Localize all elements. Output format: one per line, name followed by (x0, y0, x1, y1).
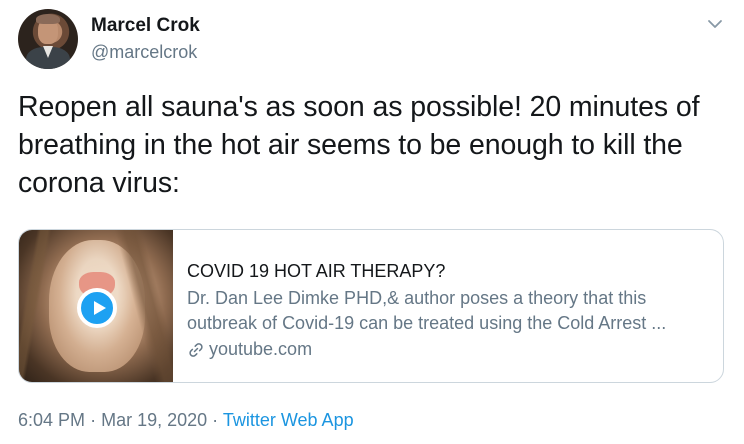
tweet-text-line: corona virus: (18, 167, 180, 199)
tweet-text-line: breathing in the hot air seems to be eno… (18, 129, 683, 161)
meta-separator: · (90, 410, 97, 430)
chevron-down-icon[interactable] (705, 16, 725, 32)
play-icon[interactable] (77, 288, 117, 328)
link-preview-card[interactable]: COVID 19 HOT AIR THERAPY? Dr. Dan Lee Di… (18, 229, 724, 383)
card-description-line: Dr. Dan Lee Dimke PHD,& author poses a t… (187, 288, 647, 308)
card-body: COVID 19 HOT AIR THERAPY? Dr. Dan Lee Di… (187, 260, 709, 362)
card-title: COVID 19 HOT AIR THERAPY? (187, 261, 446, 281)
card-domain-text: youtube.com (209, 339, 313, 359)
avatar-hair (36, 14, 60, 24)
meta-separator: · (212, 410, 219, 430)
card-description: Dr. Dan Lee Dimke PHD,& author poses a t… (187, 286, 709, 336)
tweet-time[interactable]: 6:04 PM (18, 410, 85, 430)
tweet-meta: 6:04 PM · Mar 19, 2020 · Twitter Web App (18, 410, 354, 431)
tweet-date[interactable]: Mar 19, 2020 (101, 410, 207, 430)
tweet-text: Reopen all sauna's as soon as possible! … (18, 88, 724, 202)
card-description-line: outbreak of Covid-19 can be treated usin… (187, 313, 667, 333)
author-handle[interactable]: @marcelcrok (91, 42, 197, 63)
avatar[interactable] (18, 9, 78, 69)
card-domain: youtube.com (187, 337, 709, 362)
video-thumbnail[interactable] (19, 230, 173, 382)
tweet-text-line: Reopen all sauna's as soon as possible! … (18, 91, 700, 123)
link-icon (187, 341, 205, 359)
tweet-source-link[interactable]: Twitter Web App (223, 410, 354, 430)
author-display-name[interactable]: Marcel Crok (91, 15, 200, 37)
